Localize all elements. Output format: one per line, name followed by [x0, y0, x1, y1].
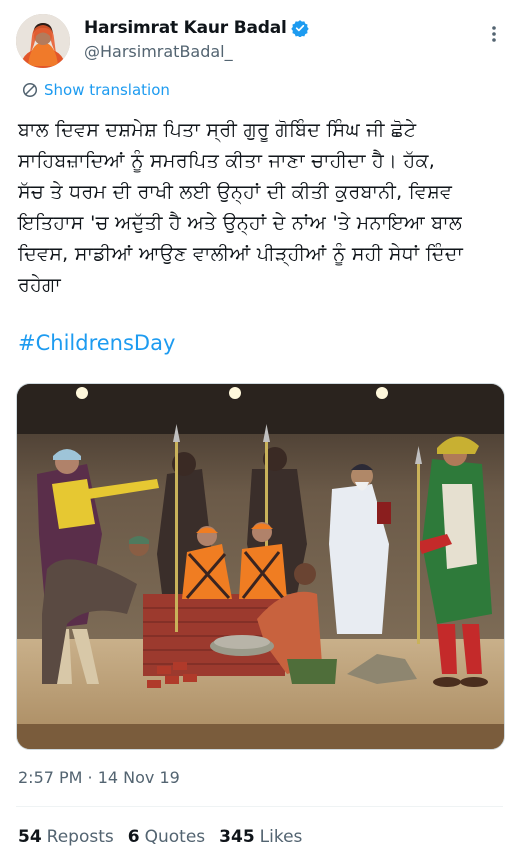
- user-handle[interactable]: @HarsimratBadal_: [84, 42, 233, 61]
- verified-badge-icon: [290, 19, 309, 38]
- reposts-label: Reposts: [46, 827, 114, 847]
- tweet-body: ਬਾਲ ਦਿਵਸ ਦਸ਼ਮੇਸ਼ ਪਿਤਾ ਸ੍ਰੀ ਗੁਰੂ ਗੋਬਿੰਦ ਸ…: [18, 119, 464, 296]
- quotes-label: Quotes: [144, 827, 206, 847]
- more-options-icon[interactable]: [485, 24, 503, 44]
- divider: [16, 806, 503, 807]
- hashtag-link[interactable]: #ChildrensDay: [18, 331, 175, 355]
- tweet-header: Harsimrat Kaur Badal @HarsimratBadal_: [0, 0, 519, 76]
- quotes-count: 6: [127, 827, 140, 847]
- tweet-timestamp[interactable]: 2:57 PM · 14 Nov 19: [18, 768, 180, 787]
- reposts-stat[interactable]: 54 Reposts: [18, 827, 114, 847]
- likes-stat[interactable]: 345 Likes: [219, 827, 302, 847]
- translate-row[interactable]: Show translation: [22, 80, 170, 100]
- likes-label: Likes: [259, 827, 303, 847]
- globe-icon: [22, 82, 38, 98]
- name-row: Harsimrat Kaur Badal: [84, 17, 309, 39]
- engagement-stats: 54 Reposts 6 Quotes 345 Likes: [18, 827, 316, 847]
- tweet-media-image[interactable]: [16, 383, 505, 750]
- quotes-stat[interactable]: 6 Quotes: [128, 827, 205, 847]
- avatar[interactable]: [16, 14, 70, 68]
- display-name[interactable]: Harsimrat Kaur Badal: [84, 18, 287, 38]
- show-translation-link[interactable]: Show translation: [44, 81, 170, 99]
- likes-count: 345: [219, 827, 255, 847]
- reposts-count: 54: [18, 827, 42, 847]
